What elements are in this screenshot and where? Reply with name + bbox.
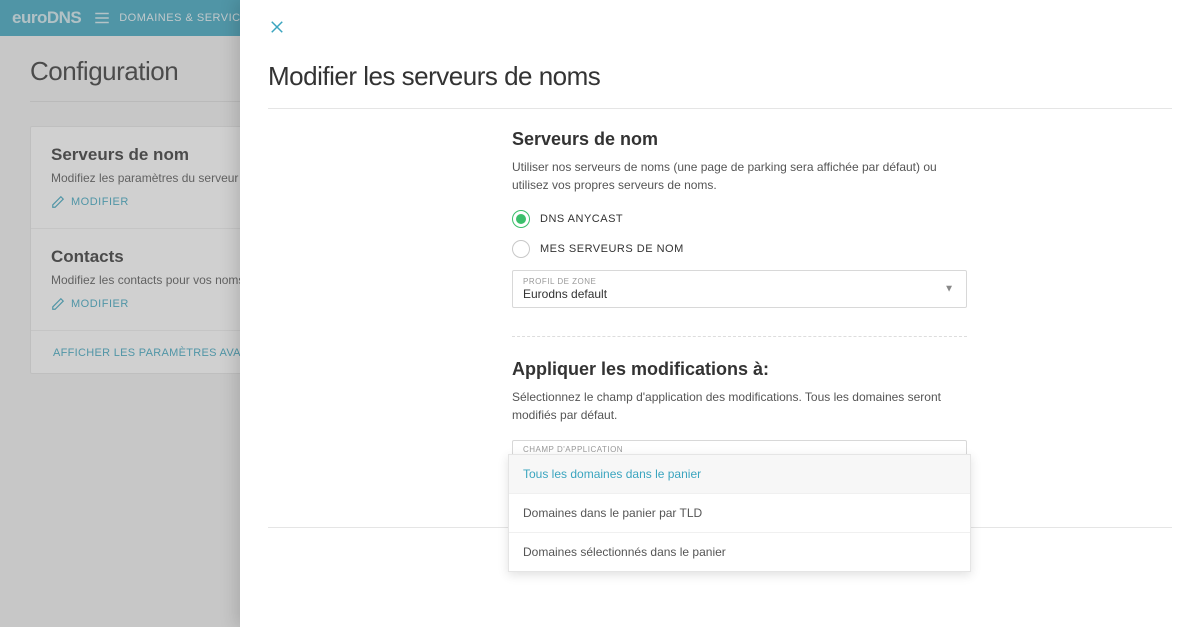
dropdown-option[interactable]: Domaines dans le panier par TLD [509, 494, 970, 533]
side-panel: Modifier les serveurs de noms Serveurs d… [240, 0, 1200, 627]
panel-title: Modifier les serveurs de noms [268, 61, 1172, 92]
panel-form: Serveurs de nom Utiliser nos serveurs de… [512, 129, 967, 457]
radio-dns-anycast[interactable]: DNS ANYCAST [512, 210, 967, 228]
scope-select[interactable]: CHAMP D'APPLICATION Tous les domaines da… [512, 440, 967, 457]
chevron-down-icon: ▼ [944, 284, 954, 295]
select-value: Eurodns default [523, 287, 956, 301]
select-label: CHAMP D'APPLICATION [523, 445, 956, 454]
close-icon [268, 18, 286, 36]
dropdown-option[interactable]: Tous les domaines dans le panier [509, 455, 970, 494]
section-desc: Utiliser nos serveurs de noms (une page … [512, 158, 967, 194]
radio-label: DNS ANYCAST [540, 213, 623, 225]
dropdown-option[interactable]: Domaines sélectionnés dans le panier [509, 533, 970, 571]
divider [268, 108, 1172, 109]
section-desc: Sélectionnez le champ d'application des … [512, 388, 967, 424]
section-title: Appliquer les modifications à: [512, 359, 967, 380]
section-title: Serveurs de nom [512, 129, 967, 150]
divider [512, 336, 967, 337]
radio-indicator [512, 240, 530, 258]
radio-indicator [512, 210, 530, 228]
select-label: PROFIL DE ZONE [523, 277, 956, 286]
radio-own-nameservers[interactable]: MES SERVEURS DE NOM [512, 240, 967, 258]
close-button[interactable] [268, 12, 286, 47]
scope-dropdown: Tous les domaines dans le panier Domaine… [508, 454, 971, 572]
radio-label: MES SERVEURS DE NOM [540, 243, 684, 255]
zone-profile-select[interactable]: PROFIL DE ZONE Eurodns default ▼ [512, 270, 967, 308]
